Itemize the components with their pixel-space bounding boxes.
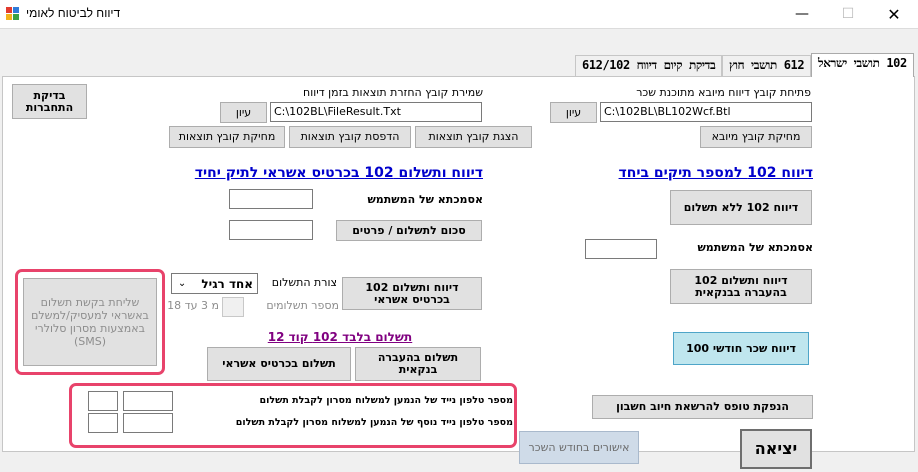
app-icon-yellow	[6, 14, 12, 20]
payment-only-heading[interactable]: תשלום בלבד 102 קוד 12	[265, 330, 415, 344]
sms-payment-request-button[interactable]: שליחת בקשת תשלום באשראי למעסיק/למשלם באמ…	[23, 278, 157, 366]
payment-details-button[interactable]: סכום לתשלום / פרטים	[336, 220, 482, 241]
payment-amount-input[interactable]	[229, 220, 313, 240]
exit-button[interactable]: יציאה	[740, 429, 812, 469]
app-icon-green	[13, 14, 19, 20]
credit-card-report-button[interactable]: דיווח ותשלום 102 בכרטיס אשראי	[342, 277, 482, 310]
tab-israel-residents[interactable]: 102 תושבי ישראל	[811, 53, 914, 77]
phone-2-label: מספר טלפון נייד נוסף של הנמען למשלוח מסר…	[235, 417, 513, 428]
phone-1-number-input[interactable]	[123, 391, 173, 411]
results-file-label: שמירת קובץ החזרת תוצאות בזמן דיווח	[303, 86, 483, 99]
window-title: דיווח לביטוח לאומי	[26, 6, 121, 20]
payment-form-label: צורת התשלום	[271, 276, 337, 289]
phone-1-label: מספר טלפון נייד של הנמען למשלוח מסרון לק…	[259, 395, 513, 406]
installments-range: מ 3 עד 18	[167, 299, 219, 312]
maximize-icon: ☐	[841, 6, 855, 22]
installments-label: מספר תשלומים	[266, 299, 339, 312]
minimize-icon: —	[795, 6, 809, 22]
tab-panel: בדיקת התחברות פתיחת קובץ דיווח מיובא מתו…	[2, 76, 915, 452]
debit-authorization-form-button[interactable]: הנפקת טופס להרשאת חיוב חשבון	[592, 395, 813, 419]
phone-1-prefix-input[interactable]	[88, 391, 118, 411]
minimize-button[interactable]: —	[779, 0, 825, 28]
import-file-label: פתיחת קובץ דיווח מיובא מתוכנת שכר	[636, 86, 811, 99]
pay-bank-transfer-button[interactable]: תשלום בהעברה בנקאית	[355, 347, 481, 381]
monthly-salary-report-button[interactable]: דיווח שכר חודשי 100	[673, 332, 809, 365]
multi-user-reference-label: אסמכתא של המשתמש	[697, 241, 813, 254]
report-no-payment-button[interactable]: דיווח 102 ללא תשלום	[670, 190, 812, 225]
print-results-button[interactable]: הדפסת קובץ תוצאות	[289, 126, 411, 148]
single-user-reference-label: אסמכתא של המשתמש	[367, 193, 483, 206]
installments-input[interactable]	[222, 297, 244, 317]
results-file-path[interactable]: C:\102BL\FileResult.Txt	[270, 102, 482, 122]
app-icon-blue	[13, 7, 19, 13]
maximize-button[interactable]: ☐	[825, 0, 871, 28]
multi-file-heading: דיווח 102 למספר תיקים ביחד	[618, 165, 813, 181]
form-body: 102 תושבי ישראל 612 תושבי חוץ בדיקת קיום…	[0, 28, 918, 472]
close-icon: ✕	[887, 4, 901, 24]
phone-2-prefix-input[interactable]	[88, 413, 118, 433]
multi-user-reference-input[interactable]	[585, 239, 657, 259]
delete-import-file-button[interactable]: מחיקת קובץ מיובא	[700, 126, 812, 148]
delete-results-button[interactable]: מחיקת קובץ תוצאות	[169, 126, 285, 148]
results-browse-button[interactable]: עיון	[220, 102, 267, 123]
title-bar: דיווח לביטוח לאומי — ☐ ✕	[0, 0, 918, 28]
chevron-down-icon: ⌄	[177, 278, 187, 289]
tab-report-check[interactable]: בדיקת קיום דיווח 612/102	[575, 55, 723, 76]
bank-transfer-report-button[interactable]: דיווח ותשלום 102 בהעברה בבנקאית	[670, 269, 812, 304]
show-results-button[interactable]: הצגת קובץ תוצאות	[415, 126, 532, 148]
app-icon-red	[6, 7, 12, 13]
phone-2-number-input[interactable]	[123, 413, 173, 433]
payment-form-select[interactable]: אחד רגיל ⌄	[171, 273, 258, 294]
import-file-path[interactable]: C:\102BL\BL102Wcf.Btl	[600, 102, 812, 122]
monthly-confirmations-button[interactable]: אישורים בחודש השכר	[519, 431, 639, 464]
single-file-credit-heading: דיווח ותשלום 102 בכרטיס אשראי לתיק יחיד	[194, 165, 483, 181]
tab-foreign-residents[interactable]: 612 תושבי חוץ	[722, 55, 812, 76]
payment-form-selected: אחד רגיל	[201, 276, 253, 291]
import-browse-button[interactable]: עיון	[550, 102, 597, 123]
app-icon	[6, 7, 20, 21]
close-button[interactable]: ✕	[871, 0, 917, 28]
connection-check-button[interactable]: בדיקת התחברות	[12, 84, 87, 119]
single-user-reference-input[interactable]	[229, 189, 313, 209]
pay-credit-card-button[interactable]: תשלום בכרטיס אשראי	[207, 347, 351, 381]
